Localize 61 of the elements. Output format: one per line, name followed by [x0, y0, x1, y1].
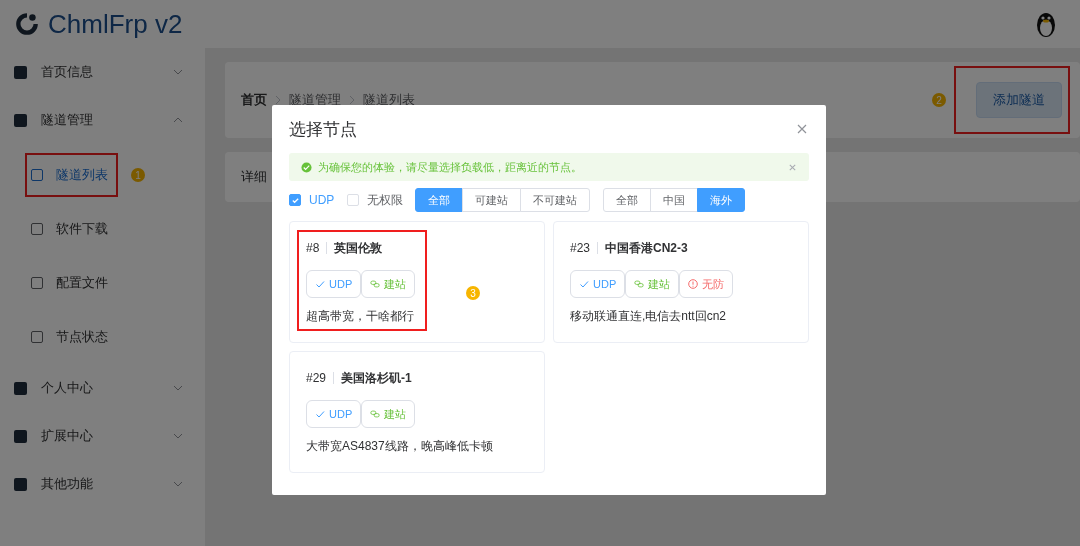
node-tag: UDP: [306, 270, 362, 298]
node-tag: UDP: [306, 400, 362, 428]
card-title: 详细: [241, 168, 267, 186]
node-tag: 建站: [625, 270, 680, 298]
warning-icon: [688, 279, 699, 289]
check-icon: [579, 279, 589, 289]
link-icon: [370, 279, 381, 289]
filter-button[interactable]: 全部: [415, 188, 464, 212]
annotation-number: 1: [131, 168, 145, 182]
node-tag: 无防: [679, 270, 734, 298]
close-icon[interactable]: [797, 124, 807, 134]
filter-button[interactable]: 海外: [697, 188, 746, 212]
node-tag: 建站: [361, 270, 416, 298]
chevron-icon: [349, 95, 355, 105]
node-id: #29: [306, 371, 327, 385]
close-icon[interactable]: [788, 162, 797, 172]
sidebar-item[interactable]: 其他功能: [0, 460, 205, 508]
filter-button[interactable]: 不可建站: [520, 188, 591, 212]
annotation-number: 2: [932, 93, 946, 107]
filter-button[interactable]: 中国: [650, 188, 699, 212]
filter-button[interactable]: 全部: [603, 188, 652, 212]
sidebar-item[interactable]: 个人中心: [0, 364, 205, 412]
node-tag: UDP: [570, 270, 626, 298]
node-id: #8: [306, 241, 320, 255]
logo-icon: [14, 11, 40, 37]
alert-text: 为确保您的体验，请尽量选择负载低，距离近的节点。: [318, 159, 583, 175]
node-name: 中国香港CN2-3: [605, 239, 688, 257]
annotation-number: 3: [466, 286, 480, 300]
node-card[interactable]: #23 中国香港CN2-3 UDP 建站 无防 移动联通直连,电信去ntt回cn2: [553, 221, 809, 343]
check-circle-icon: [301, 161, 312, 173]
dialog-title: 选择节点: [289, 118, 357, 141]
sidebar-subitem[interactable]: 配置文件: [31, 274, 108, 292]
check-icon: [315, 279, 325, 289]
node-description: 移动联通直连,电信去ntt回cn2: [570, 308, 728, 325]
check-icon: [315, 409, 325, 419]
link-icon: [370, 409, 381, 419]
penguin-icon[interactable]: [1034, 10, 1058, 38]
link-icon: [634, 279, 645, 289]
node-tag: 建站: [361, 400, 416, 428]
sidebar-item[interactable]: 隧道管理: [0, 96, 205, 144]
sidebar-subitem[interactable]: 节点状态: [31, 328, 108, 346]
add-tunnel-button[interactable]: 添加隧道: [976, 82, 1062, 118]
sidebar-subitem[interactable]: 隧道列表: [31, 166, 108, 184]
node-description: 超高带宽，干啥都行: [306, 308, 415, 325]
sidebar-item[interactable]: 首页信息: [0, 48, 205, 96]
breadcrumb-item: 隧道列表: [363, 91, 415, 109]
sidebar-subitem[interactable]: 软件下载: [31, 220, 108, 238]
filter-button[interactable]: 可建站: [462, 188, 522, 212]
chevron-icon: [275, 95, 281, 105]
breadcrumb-item[interactable]: 隧道管理: [289, 91, 341, 109]
app-title: ChmlFrp v2: [48, 8, 183, 40]
checkbox[interactable]: UDP: [289, 193, 335, 207]
sidebar-item[interactable]: 扩展中心: [0, 412, 205, 460]
node-description: 大带宽AS4837线路，晚高峰低卡顿: [306, 438, 493, 455]
node-name: 美国洛杉矶-1: [341, 369, 412, 387]
node-name: 英国伦敦: [334, 239, 383, 257]
node-id: #23: [570, 241, 591, 255]
checkbox[interactable]: 无权限: [347, 191, 404, 209]
breadcrumb-item[interactable]: 首页: [241, 91, 267, 109]
node-card[interactable]: #29 美国洛杉矶-1 UDP 建站 大带宽AS4837线路，晚高峰低卡顿: [289, 351, 545, 473]
node-card[interactable]: #8 英国伦敦 UDP 建站 超高带宽，干啥都行 3: [289, 221, 545, 343]
